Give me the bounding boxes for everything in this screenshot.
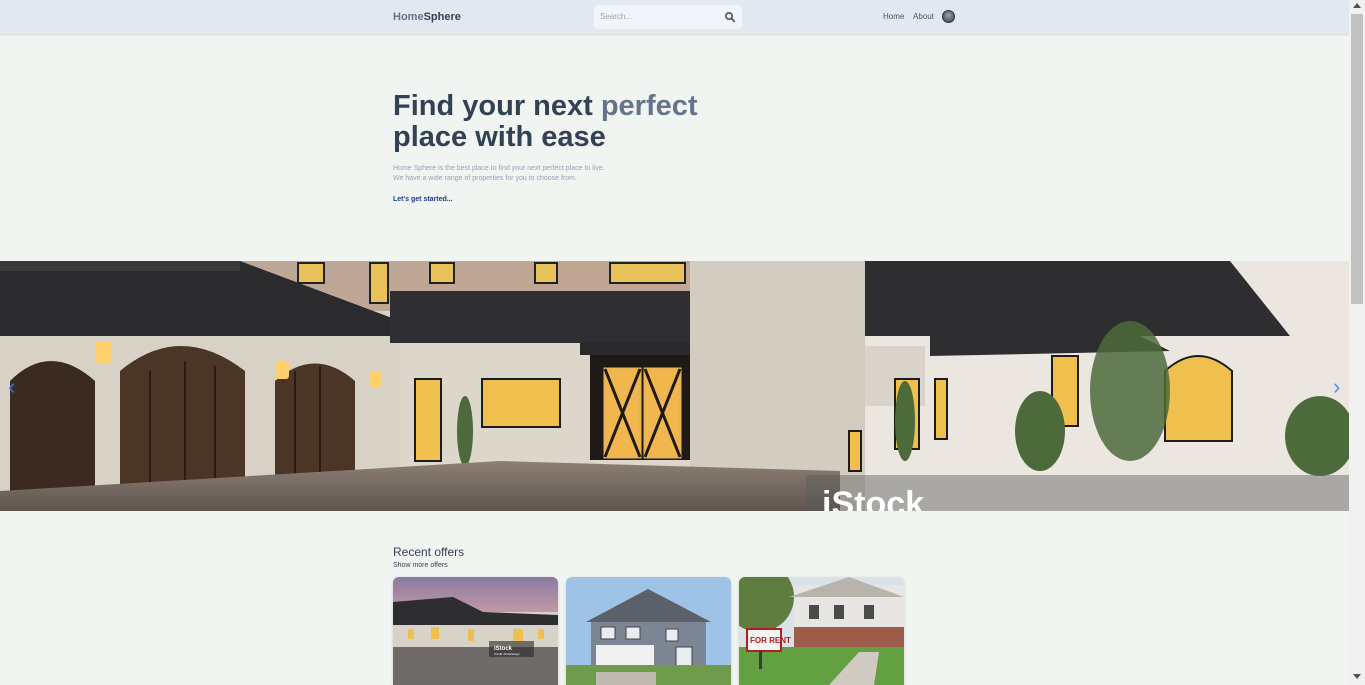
page-scrollbar[interactable]	[1349, 0, 1365, 685]
offer-image	[566, 577, 731, 685]
search-icon[interactable]	[724, 11, 736, 23]
offer-image: iStock Credit: ArtistDesign	[393, 577, 558, 685]
logo-sphere: Sphere	[423, 11, 461, 23]
hero-title-part1: Find your next	[393, 90, 601, 122]
scroll-up-icon[interactable]	[1353, 3, 1361, 8]
banner-image: iStock	[0, 261, 1349, 511]
for-rent-sign: FOR RENT	[750, 636, 791, 645]
hero-description-line1: Home Sphere is the best place to find yo…	[393, 165, 605, 172]
carousel-next-button[interactable]: ›	[1333, 374, 1340, 400]
card-watermark-sub: Credit: ArtistDesign	[494, 652, 520, 656]
offer-card[interactable]	[566, 577, 731, 685]
recent-offers-title: Recent offers	[393, 545, 465, 559]
scrollbar-thumb[interactable]	[1351, 14, 1363, 304]
offer-card[interactable]: iStock Credit: ArtistDesign	[393, 577, 558, 685]
scroll-down-icon[interactable]	[1353, 674, 1361, 679]
hero-title: Find your next perfect place with ease	[393, 91, 813, 153]
hero-description-line2: We have a wide range of properties for y…	[393, 175, 577, 182]
nav-link-home[interactable]: Home	[883, 12, 904, 21]
banner-watermark: iStock	[822, 485, 924, 511]
search-input[interactable]: Search...	[594, 5, 742, 29]
top-navbar: HomeSphere Search... Home About	[0, 0, 1349, 34]
avatar[interactable]	[942, 10, 955, 23]
logo[interactable]: HomeSphere	[393, 11, 461, 23]
hero-title-part2: place with ease	[393, 121, 606, 153]
logo-home: Home	[393, 11, 424, 23]
carousel-prev-button[interactable]: ‹	[8, 374, 15, 400]
offer-card[interactable]: FOR RENT	[739, 577, 904, 685]
hero-title-highlight: perfect	[600, 90, 698, 122]
nav-link-about[interactable]: About	[913, 12, 934, 21]
offer-image: FOR RENT	[739, 577, 904, 685]
show-more-offers-link[interactable]: Show more offers	[393, 562, 448, 569]
get-started-link[interactable]: Let's get started...	[393, 196, 453, 203]
hero-description: Home Sphere is the best place to find yo…	[393, 164, 605, 184]
search-placeholder: Search...	[600, 12, 633, 21]
